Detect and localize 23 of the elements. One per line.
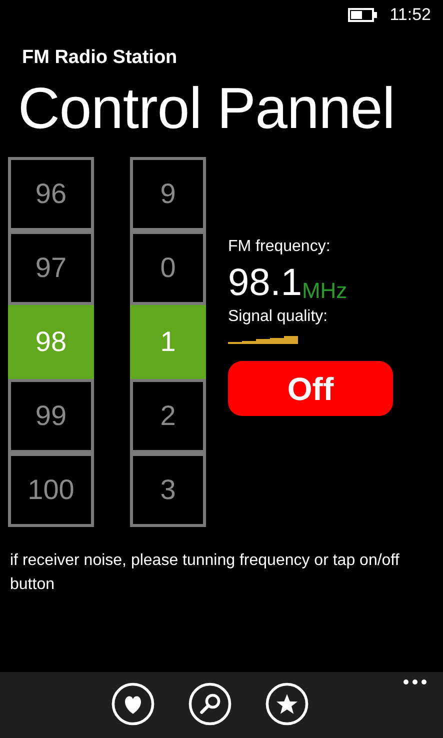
power-button[interactable]: Off [228,361,393,416]
picker-item[interactable]: 2 [130,379,206,453]
more-icon[interactable] [403,679,427,685]
picker-item[interactable]: 99 [8,379,94,453]
heart-button[interactable] [110,682,154,726]
picker-item[interactable]: 9 [130,157,206,231]
frequency-unit: MHz [302,279,348,303]
page-title: Control Pannel [18,75,396,143]
search-button[interactable] [188,682,232,726]
frequency-value: 98.1 [228,263,302,303]
picker-item[interactable]: 97 [8,231,94,305]
app-title: FM Radio Station [22,48,178,67]
picker-item[interactable]: 3 [130,453,206,527]
signal-meter-drawing [228,335,298,344]
picker-item[interactable]: 100 [8,453,94,527]
battery-icon [348,8,378,22]
hint-text: if receiver noise, please tunning frequency or tap on/off button [10,551,400,595]
signal-label: Signal quality: [228,307,329,327]
picker-item[interactable]: 96 [8,157,94,231]
status-time: 11:52 [390,4,431,26]
frequency-label: FM frequency: [228,237,332,257]
picker-item[interactable]: 0 [130,231,206,305]
star-button[interactable] [264,682,308,726]
